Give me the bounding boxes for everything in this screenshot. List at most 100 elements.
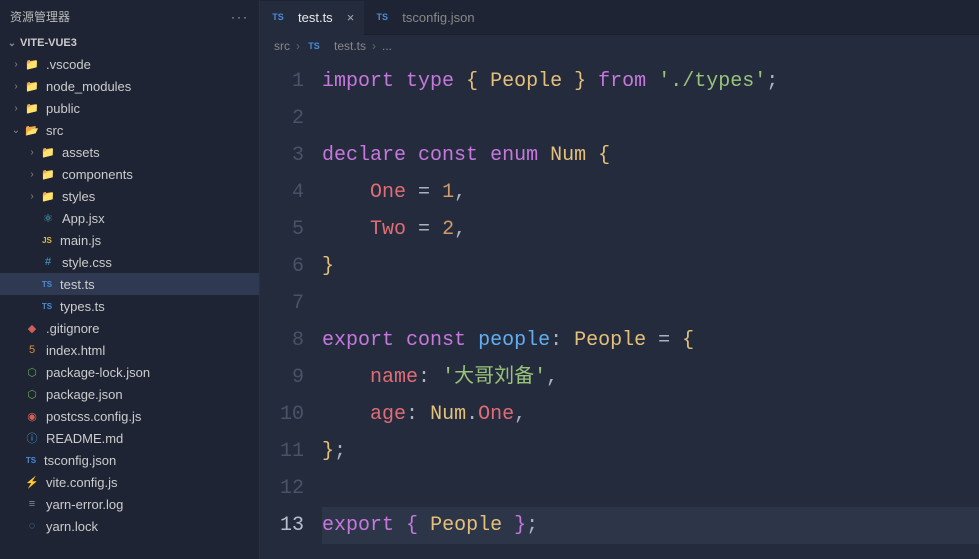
chevron-right-icon: › (296, 39, 300, 53)
vite-icon: ⚡ (24, 474, 40, 490)
tree-item[interactable]: ›📁assets (0, 141, 259, 163)
sidebar-header: 资源管理器 ··· (0, 0, 259, 33)
line-number: 4 (260, 174, 304, 211)
tree-item-label: .vscode (46, 57, 91, 72)
ts-icon: TS (40, 278, 54, 290)
ts-icon: TS (374, 9, 390, 25)
chevron-right-icon: › (26, 147, 38, 158)
tab-label: tsconfig.json (402, 10, 474, 25)
project-name: VITE-VUE3 (20, 37, 77, 49)
tree-item-label: package.json (46, 387, 123, 402)
crumb-folder[interactable]: src (274, 39, 290, 53)
tree-item[interactable]: ›📁public (0, 97, 259, 119)
line-number: 2 (260, 100, 304, 137)
tree-item-label: yarn-error.log (46, 497, 123, 512)
chevron-right-icon: › (10, 103, 22, 114)
tree-item[interactable]: ⚛App.jsx (0, 207, 259, 229)
code-line[interactable]: export { People }; (322, 507, 979, 544)
tab-label: test.ts (298, 10, 333, 25)
js-icon: JS (40, 234, 54, 246)
tree-item-label: test.ts (60, 277, 95, 292)
html-icon: 5 (24, 342, 40, 358)
folder-icon: 📁 (24, 56, 40, 72)
code-line[interactable]: } (322, 248, 979, 285)
tree-item[interactable]: 5index.html (0, 339, 259, 361)
css-icon: # (40, 254, 56, 270)
line-number: 8 (260, 322, 304, 359)
tree-item-label: main.js (60, 233, 101, 248)
code-line[interactable]: }; (322, 433, 979, 470)
code-line[interactable]: One = 1, (322, 174, 979, 211)
tree-item-label: package-lock.json (46, 365, 150, 380)
tree-item[interactable]: ›📁styles (0, 185, 259, 207)
tree-item-label: styles (62, 189, 95, 204)
code-line[interactable]: declare const enum Num { (322, 137, 979, 174)
tree-item[interactable]: ⚡vite.config.js (0, 471, 259, 493)
ts-icon: TS (40, 300, 54, 312)
code-line[interactable] (322, 100, 979, 137)
tab-bar: TS test.ts × TS tsconfig.json (260, 0, 979, 35)
sidebar-menu-icon[interactable]: ··· (231, 10, 249, 24)
file-tree[interactable]: ›📁.vscode›📁node_modules›📁public⌄📂src›📁as… (0, 53, 259, 559)
folder-icon: 📁 (24, 78, 40, 94)
info-icon: ⓘ (24, 430, 40, 446)
tree-item[interactable]: ⬡ package.json (0, 383, 259, 405)
editor-tab[interactable]: TS tsconfig.json (364, 0, 484, 34)
tree-item[interactable]: ◆ .gitignore (0, 317, 259, 339)
tree-item[interactable]: ›📁components (0, 163, 259, 185)
tree-item[interactable]: ◌yarn.lock (0, 515, 259, 537)
tree-item-label: node_modules (46, 79, 131, 94)
code-line[interactable]: Two = 2, (322, 211, 979, 248)
line-number: 7 (260, 285, 304, 322)
code-line[interactable]: import type { People } from './types'; (322, 63, 979, 100)
project-header[interactable]: ⌄ VITE-VUE3 (0, 33, 259, 53)
crumb-symbol[interactable]: ... (382, 39, 392, 53)
tree-item-label: tsconfig.json (44, 453, 116, 468)
tree-item[interactable]: TS test.ts (0, 273, 259, 295)
line-number: 5 (260, 211, 304, 248)
line-number: 6 (260, 248, 304, 285)
sidebar-title: 资源管理器 (10, 8, 70, 25)
chevron-down-icon: ⌄ (6, 38, 18, 49)
tree-item-label: components (62, 167, 133, 182)
tree-item-label: README.md (46, 431, 123, 446)
chevron-down-icon: ⌄ (10, 125, 22, 136)
line-number: 12 (260, 470, 304, 507)
code-line[interactable] (322, 285, 979, 322)
chevron-right-icon: › (10, 59, 22, 70)
ts-icon: TS (270, 9, 286, 25)
tree-item[interactable]: TStsconfig.json (0, 449, 259, 471)
close-icon[interactable]: × (347, 10, 355, 25)
breadcrumb[interactable]: src › TS test.ts › ... (260, 35, 979, 57)
tree-item[interactable]: #style.css (0, 251, 259, 273)
git-icon: ◆ (24, 320, 40, 336)
tree-item[interactable]: ⌄📂src (0, 119, 259, 141)
code-line[interactable]: age: Num.One, (322, 396, 979, 433)
editor-tab[interactable]: TS test.ts × (260, 1, 364, 35)
tree-item[interactable]: TStypes.ts (0, 295, 259, 317)
code-line[interactable]: export const people: People = { (322, 322, 979, 359)
tree-item-label: assets (62, 145, 100, 160)
code-area[interactable]: import type { People } from './types'; d… (322, 57, 979, 559)
folder-icon: 📁 (24, 100, 40, 116)
tree-item[interactable]: ›📁 .vscode (0, 53, 259, 75)
line-gutter: 12345678910111213 (260, 57, 322, 559)
chevron-right-icon: › (372, 39, 376, 53)
tree-item[interactable]: ≡ yarn-error.log (0, 493, 259, 515)
tree-item-label: .gitignore (46, 321, 99, 336)
tree-item[interactable]: ›📁node_modules (0, 75, 259, 97)
folder-icon: 📁 (40, 166, 56, 182)
log-icon: ≡ (24, 496, 40, 512)
crumb-file[interactable]: test.ts (334, 39, 366, 53)
code-line[interactable] (322, 470, 979, 507)
postcss-icon: ◉ (24, 408, 40, 424)
tree-item[interactable]: ⬡package-lock.json (0, 361, 259, 383)
tree-item[interactable]: ◉postcss.config.js (0, 405, 259, 427)
editor[interactable]: 12345678910111213 import type { People }… (260, 57, 979, 559)
line-number: 13 (260, 507, 304, 544)
npm-icon: ⬡ (24, 386, 40, 402)
code-line[interactable]: name: '大哥刘备', (322, 359, 979, 396)
tree-item[interactable]: JS main.js (0, 229, 259, 251)
tree-item[interactable]: ⓘ README.md (0, 427, 259, 449)
tree-item-label: App.jsx (62, 211, 105, 226)
